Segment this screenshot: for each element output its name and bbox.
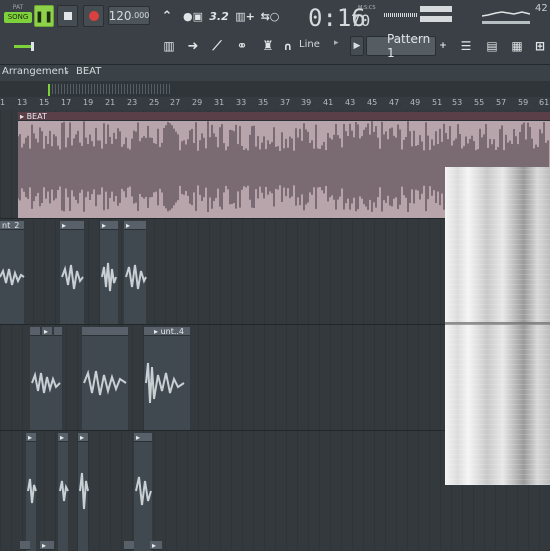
playlist-icon[interactable]: ☰	[455, 36, 477, 56]
loop-record-icon[interactable]: ⇆○	[258, 6, 282, 26]
bar-number: 31	[214, 98, 225, 107]
bar-number: 25	[149, 98, 160, 107]
bar-number: 27	[170, 98, 181, 107]
timeline-ruler[interactable]: 1 13 15 17 19 21 23 25 27 29 31 33 35 37…	[0, 97, 550, 110]
bar-number: 15	[39, 98, 50, 107]
bar-number: 23	[127, 98, 138, 107]
main-toolbar: PAT SONG ❚❚ 120.000 ⌃ ●▣ 3.2 ▥+ ⇆○ 0:16 …	[0, 0, 550, 64]
bar-number: 13	[17, 98, 28, 107]
clip-waveforms	[31, 362, 185, 404]
record-icon	[88, 11, 99, 21]
breadcrumb-root[interactable]: Arrangement	[2, 66, 68, 77]
bar-number: 61	[539, 98, 550, 107]
bar-number: 57	[496, 98, 507, 107]
time-sub: 70	[351, 11, 371, 30]
bar-number: 21	[105, 98, 116, 107]
chevron-right-icon: ▸	[334, 38, 339, 48]
song-label: SONG	[4, 12, 32, 23]
bar-number: 55	[474, 98, 485, 107]
bar-number: 41	[323, 98, 334, 107]
clip-header[interactable]: ▸	[150, 541, 162, 550]
bar-number: 59	[518, 98, 529, 107]
link-icon[interactable]: ⚭	[230, 36, 254, 56]
pattern-prev-button[interactable]: ▶	[350, 36, 364, 56]
bar-number: 29	[192, 98, 203, 107]
play-button[interactable]: ❚❚	[34, 5, 54, 27]
bar-number: 47	[389, 98, 400, 107]
clip-waveforms	[27, 472, 152, 510]
pat-label: PAT	[12, 4, 24, 11]
spectrogram-overlay	[445, 167, 550, 485]
step-edit-icon[interactable]: 3.2	[207, 6, 231, 26]
record-button[interactable]	[83, 5, 104, 27]
step-label: 3.2	[209, 9, 229, 23]
pattern-label: Pattern 1	[387, 32, 431, 60]
bar-number: 49	[410, 98, 421, 107]
master-volume-slider[interactable]	[14, 42, 38, 51]
arrow-right-icon[interactable]: ➜	[181, 36, 205, 56]
pause-icon: ❚❚	[34, 9, 54, 23]
beat-clip-header[interactable]: ▸ BEAT	[18, 112, 550, 121]
bar-number: 35	[258, 98, 269, 107]
tempo-display[interactable]: 120.000	[108, 6, 150, 25]
plus-icon[interactable]: +	[438, 38, 448, 54]
play-arrow-icon: ▶	[353, 41, 361, 51]
bar-number: 45	[367, 98, 378, 107]
bar-number: 33	[236, 98, 247, 107]
waveform-monitor	[481, 2, 531, 26]
pattern-selector[interactable]: Pattern 1	[366, 32, 436, 60]
clip-header[interactable]: ▸	[40, 541, 54, 550]
breadcrumb-current[interactable]: BEAT	[76, 66, 101, 77]
brush-icon[interactable]: ⟋	[205, 36, 229, 56]
clip-header[interactable]	[124, 541, 134, 550]
bar-number: 17	[61, 98, 72, 107]
bar-number: 53	[452, 98, 463, 107]
bar-number: 39	[301, 98, 312, 107]
magnet-icon[interactable]: ∩	[282, 38, 294, 54]
tempo-value: 120	[108, 8, 132, 23]
piano-roll-icon[interactable]: ▥	[157, 36, 181, 56]
mixer-icon[interactable]: ▦	[506, 36, 528, 56]
clip-waveforms	[0, 262, 147, 292]
meter-value: 42	[535, 3, 548, 14]
clip-arrow-icon: ▸	[152, 541, 157, 550]
snap-select[interactable]: Line ▸	[296, 37, 346, 55]
playlist-tracks[interactable]: ▸ BEAT nt_2 ▸ ▸ ▸ ▸ ▸ unt..4 ▸ ▸ ▸ ▸ ▸ ▸	[0, 110, 550, 551]
oscilloscope-icon	[481, 11, 531, 24]
wait-for-input-icon[interactable]: ●▣	[181, 6, 205, 26]
stop-button[interactable]	[57, 5, 78, 27]
bar-number: 1	[0, 98, 6, 107]
plugin-icon[interactable]: ⊞	[530, 36, 550, 56]
pat-song-switch[interactable]: PAT SONG	[4, 4, 32, 28]
time-display[interactable]: 0:16 M:S:CS 70	[298, 2, 380, 32]
memory-meter	[420, 4, 452, 26]
clip-header[interactable]	[20, 541, 30, 550]
bar-number: 43	[345, 98, 356, 107]
beat-clip-label: BEAT	[26, 112, 47, 121]
bar-number: 37	[280, 98, 291, 107]
channel-rack-icon[interactable]: ▤	[481, 36, 503, 56]
clip-arrow-icon: ▸	[42, 541, 47, 550]
stop-icon	[63, 12, 72, 20]
breadcrumb-separator: ▸	[65, 67, 70, 76]
snap-label: Line	[299, 39, 320, 50]
cpu-graph	[384, 4, 418, 26]
typing-keyboard-icon[interactable]: ▥+	[233, 6, 257, 26]
bar-number: 19	[83, 98, 94, 107]
metronome-icon[interactable]: ⌃	[155, 6, 179, 26]
tempo-decimal: .000	[131, 11, 150, 20]
breadcrumb: Arrangement ▸ BEAT	[0, 64, 550, 82]
bar-number: 51	[432, 98, 443, 107]
hat-icon[interactable]: ♜	[256, 36, 280, 56]
overview-scrollbar[interactable]	[0, 81, 550, 97]
